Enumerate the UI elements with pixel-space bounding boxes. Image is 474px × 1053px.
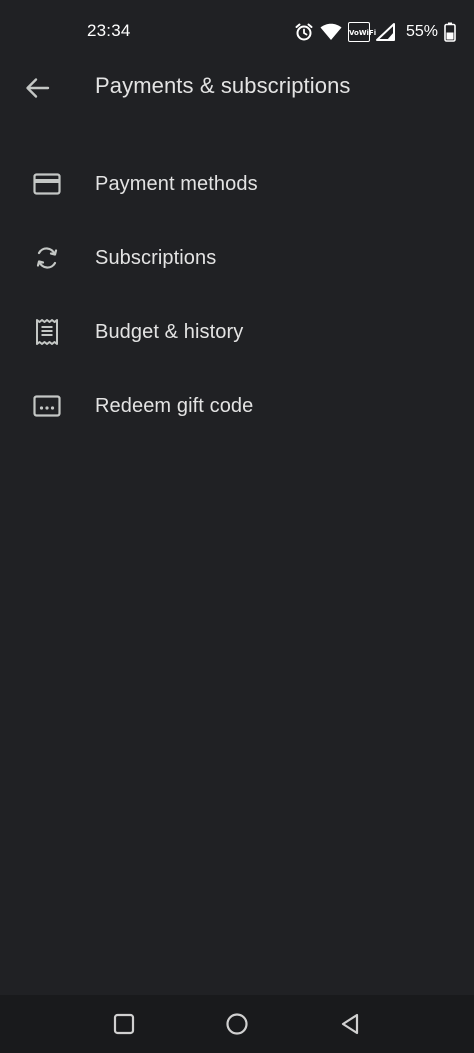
menu-item-label: Budget & history	[95, 320, 244, 343]
recents-square-icon	[113, 1013, 135, 1035]
wifi-icon	[320, 23, 342, 41]
alarm-icon	[294, 22, 314, 42]
status-icons: Vo WiFi 55%	[294, 20, 456, 44]
menu-item-payment-methods[interactable]: Payment methods	[0, 147, 474, 221]
back-triangle-icon	[341, 1013, 359, 1035]
status-time: 23:34	[87, 21, 131, 40]
vowifi-top-text: Vo	[348, 28, 359, 37]
menu-item-label: Payment methods	[95, 172, 258, 195]
credit-card-icon	[32, 169, 62, 199]
receipt-icon	[32, 317, 62, 347]
nav-back-button[interactable]	[335, 1009, 365, 1039]
menu-item-subscriptions[interactable]: Subscriptions	[0, 221, 474, 295]
back-button[interactable]	[20, 74, 54, 102]
redeem-code-icon	[32, 391, 62, 421]
battery-icon	[444, 22, 456, 42]
vowifi-bottom-text: WiFi	[358, 28, 377, 37]
menu-item-label: Subscriptions	[95, 246, 217, 269]
status-bar: 23:34 Vo WiFi 55%	[0, 0, 474, 64]
page-title: Payments & subscriptions	[95, 73, 351, 98]
system-nav-bar	[0, 995, 474, 1053]
cellular-signal-icon	[375, 23, 396, 41]
menu-item-redeem-gift-code[interactable]: Redeem gift code	[0, 369, 474, 443]
menu-item-budget-history[interactable]: Budget & history	[0, 295, 474, 369]
menu-item-label: Redeem gift code	[95, 394, 254, 417]
battery-percent: 55%	[405, 23, 438, 40]
home-circle-icon	[226, 1013, 248, 1035]
vowifi-icon: Vo WiFi	[347, 22, 376, 42]
arrow-back-icon	[26, 78, 50, 98]
menu-list: Payment methods Subscriptions Budget & h…	[0, 147, 474, 443]
recents-button[interactable]	[109, 1009, 139, 1039]
app-bar: Payments & subscriptions	[0, 64, 474, 110]
home-button[interactable]	[222, 1009, 252, 1039]
sync-icon	[32, 243, 62, 273]
